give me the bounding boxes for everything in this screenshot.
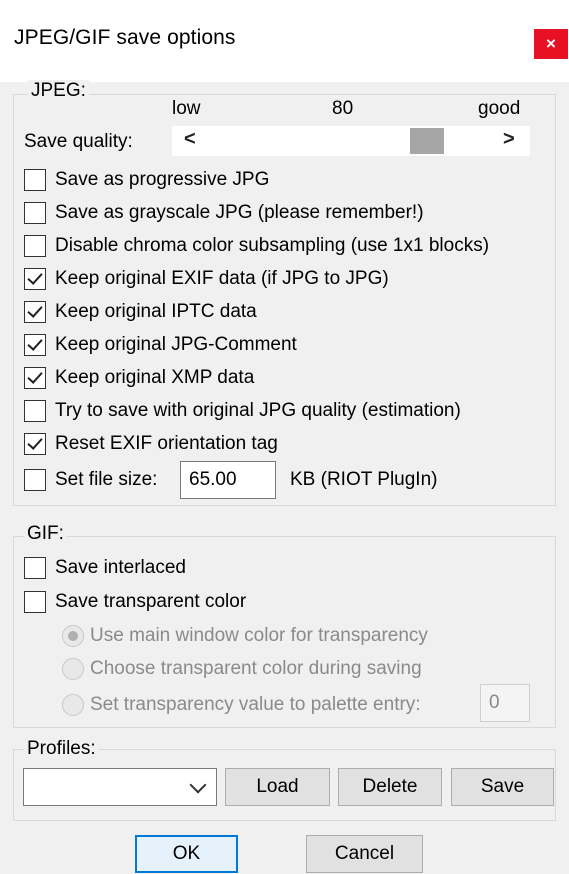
quality-value-label: 80 bbox=[332, 98, 354, 119]
delete-profile-button[interactable]: Delete bbox=[338, 768, 442, 806]
checkbox-label: Keep original IPTC data bbox=[55, 301, 257, 322]
checkbox-original-quality[interactable]: Try to save with original JPG quality (e… bbox=[24, 396, 461, 426]
radio-label: Use main window color for transparency bbox=[90, 625, 428, 646]
jpeg-gif-save-options-dialog: JPEG/GIF save options × JPEG: low 80 goo… bbox=[0, 0, 569, 874]
quality-low-label: low bbox=[172, 98, 201, 119]
quality-good-label: good bbox=[478, 98, 521, 119]
radio-label: Choose transparent color during saving bbox=[90, 658, 422, 679]
checkbox-keep-exif[interactable]: Keep original EXIF data (if JPG to JPG) bbox=[24, 264, 389, 294]
checkbox-label: Keep original XMP data bbox=[55, 367, 255, 388]
quality-slider[interactable] bbox=[172, 126, 530, 156]
slider-right-arrow-icon[interactable]: > bbox=[503, 128, 515, 151]
radio-button[interactable] bbox=[62, 658, 84, 680]
palette-entry-input[interactable]: 0 bbox=[480, 684, 530, 722]
radio-choose-during-saving[interactable]: Choose transparent color during saving bbox=[62, 654, 422, 684]
save-quality-label: Save quality: bbox=[24, 131, 133, 152]
radio-palette-entry[interactable]: Set transparency value to palette entry: bbox=[62, 690, 421, 720]
file-size-unit-label: KB (RIOT PlugIn) bbox=[290, 469, 438, 490]
jpeg-group-label: JPEG: bbox=[28, 80, 89, 102]
checkbox-box[interactable] bbox=[24, 202, 46, 224]
checkbox-label: Save as grayscale JPG (please remember!) bbox=[55, 202, 424, 223]
checkbox-label: Save transparent color bbox=[55, 591, 247, 612]
checkbox-keep-jpg-comment[interactable]: Keep original JPG-Comment bbox=[24, 330, 297, 360]
checkbox-reset-exif-orientation[interactable]: Reset EXIF orientation tag bbox=[24, 429, 278, 459]
checkbox-save-interlaced[interactable]: Save interlaced bbox=[24, 553, 186, 583]
checkbox-progressive[interactable]: Save as progressive JPG bbox=[24, 165, 269, 195]
profiles-dropdown[interactable] bbox=[23, 768, 217, 806]
checkbox-box[interactable] bbox=[24, 469, 46, 491]
load-profile-button[interactable]: Load bbox=[225, 768, 330, 806]
title-bar: JPEG/GIF save options × bbox=[0, 0, 569, 82]
checkbox-box[interactable] bbox=[24, 169, 46, 191]
gif-group-label: GIF: bbox=[24, 523, 67, 545]
checkbox-label: Keep original JPG-Comment bbox=[55, 334, 297, 355]
checkbox-box[interactable] bbox=[24, 268, 46, 290]
checkbox-box[interactable] bbox=[24, 367, 46, 389]
radio-main-window-color[interactable]: Use main window color for transparency bbox=[62, 621, 428, 651]
checkbox-save-transparent-color[interactable]: Save transparent color bbox=[24, 587, 246, 617]
close-button[interactable]: × bbox=[534, 29, 568, 59]
checkbox-box[interactable] bbox=[24, 301, 46, 323]
checkbox-label: Try to save with original JPG quality (e… bbox=[55, 400, 461, 421]
chevron-down-icon bbox=[189, 776, 207, 794]
window-title: JPEG/GIF save options bbox=[14, 26, 236, 49]
file-size-input[interactable]: 65.00 bbox=[180, 461, 276, 499]
slider-left-arrow-icon[interactable]: < bbox=[184, 128, 196, 151]
checkbox-keep-xmp[interactable]: Keep original XMP data bbox=[24, 363, 254, 393]
checkbox-grayscale[interactable]: Save as grayscale JPG (please remember!) bbox=[24, 198, 424, 228]
ok-button[interactable]: OK bbox=[135, 835, 238, 873]
quality-slider-thumb[interactable] bbox=[410, 128, 444, 154]
checkbox-label: Save as progressive JPG bbox=[55, 169, 270, 190]
checkbox-keep-iptc[interactable]: Keep original IPTC data bbox=[24, 297, 257, 327]
checkbox-label: Save interlaced bbox=[55, 557, 186, 578]
checkbox-label: Set file size: bbox=[55, 469, 158, 490]
checkbox-box[interactable] bbox=[24, 334, 46, 356]
checkbox-label: Reset EXIF orientation tag bbox=[55, 433, 278, 454]
checkbox-box[interactable] bbox=[24, 400, 46, 422]
close-icon: × bbox=[546, 34, 556, 53]
radio-button[interactable] bbox=[62, 694, 84, 716]
checkbox-set-file-size[interactable]: Set file size: bbox=[24, 465, 157, 495]
radio-button[interactable] bbox=[62, 625, 84, 647]
checkbox-box[interactable] bbox=[24, 557, 46, 579]
profiles-group-label: Profiles: bbox=[24, 738, 99, 760]
cancel-button[interactable]: Cancel bbox=[306, 835, 423, 873]
save-profile-button[interactable]: Save bbox=[451, 768, 554, 806]
checkbox-disable-chroma-subsampling[interactable]: Disable chroma color subsampling (use 1x… bbox=[24, 231, 489, 261]
radio-label: Set transparency value to palette entry: bbox=[90, 694, 421, 715]
checkbox-box[interactable] bbox=[24, 235, 46, 257]
checkbox-label: Disable chroma color subsampling (use 1x… bbox=[55, 235, 490, 256]
checkbox-label: Keep original EXIF data (if JPG to JPG) bbox=[55, 268, 389, 289]
checkbox-box[interactable] bbox=[24, 433, 46, 455]
checkbox-box[interactable] bbox=[24, 591, 46, 613]
